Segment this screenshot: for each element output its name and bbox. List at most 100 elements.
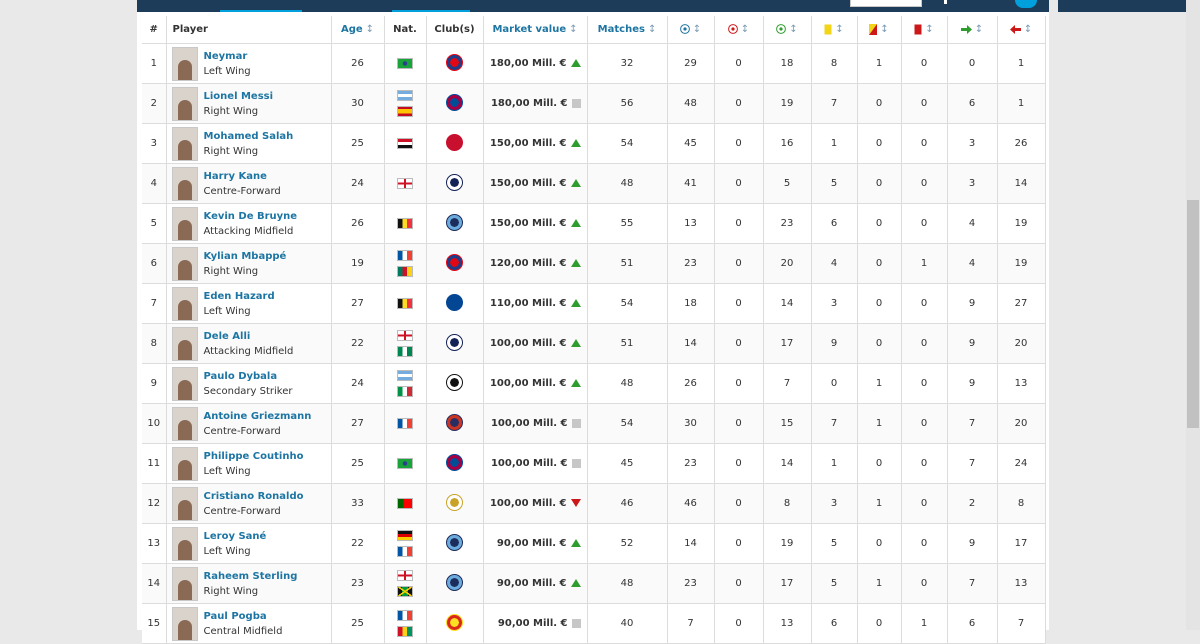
market-value-cell[interactable]: 100,00 Mill. €: [483, 403, 588, 444]
atletico-crest-icon[interactable]: [446, 413, 463, 431]
barcelona-crest-icon[interactable]: [446, 93, 463, 111]
barcelona-crest-icon[interactable]: [446, 453, 463, 471]
second-yellow-cell: 0: [857, 323, 902, 364]
table-row[interactable]: 11 Philippe Coutinho Left Wing 25 100,00…: [142, 443, 1046, 484]
chelsea-crest-icon[interactable]: [446, 293, 463, 311]
mancity-crest-icon[interactable]: [446, 213, 463, 231]
header-matches[interactable]: Matches ↕: [587, 16, 668, 44]
player-photo[interactable]: [171, 326, 198, 361]
age-cell: 19: [331, 243, 385, 284]
player-name-link[interactable]: Leroy Sané: [204, 529, 267, 544]
tottenham-crest-icon[interactable]: [446, 173, 463, 191]
header-goals[interactable]: ↕: [667, 16, 715, 44]
sort-arrow-icon: ↕: [974, 24, 984, 35]
red-cards-cell: 0: [901, 163, 948, 204]
mancity-crest-icon[interactable]: [446, 533, 463, 551]
player-name-link[interactable]: Paulo Dybala: [204, 369, 293, 384]
table-row[interactable]: 9 Paulo Dybala Secondary Striker 24 100,…: [142, 363, 1046, 404]
player-name-link[interactable]: Kevin De Bruyne: [204, 209, 298, 224]
player-name-link[interactable]: Eden Hazard: [204, 289, 275, 304]
table-row[interactable]: 15 Paul Pogba Central Midfield 25 90,00 …: [142, 603, 1046, 644]
player-name-link[interactable]: Raheem Sterling: [204, 569, 298, 584]
manutd-crest-icon[interactable]: [446, 613, 463, 631]
player-name-link[interactable]: Kylian Mbappé: [204, 249, 287, 264]
liverpool-crest-icon[interactable]: [446, 133, 463, 151]
player-photo[interactable]: [171, 606, 198, 641]
goals-cell: 23: [667, 243, 715, 284]
market-value-cell[interactable]: 180,00 Mill. €: [483, 43, 588, 84]
market-value-cell[interactable]: 150,00 Mill. €: [483, 123, 588, 164]
player-photo[interactable]: [171, 446, 198, 481]
header-red-cards[interactable]: ↕: [901, 16, 948, 44]
psg-crest-icon[interactable]: [446, 253, 463, 271]
player-photo[interactable]: [171, 86, 198, 121]
player-photo[interactable]: [171, 286, 198, 321]
player-name-link[interactable]: Dele Alli: [204, 329, 294, 344]
market-value-cell[interactable]: 90,00 Mill. €: [483, 603, 588, 644]
player-photo[interactable]: [171, 246, 198, 281]
scrollbar-thumb[interactable]: [1187, 200, 1199, 428]
header-age[interactable]: Age ↕: [331, 16, 385, 44]
market-value-cell[interactable]: 120,00 Mill. €: [483, 243, 588, 284]
market-value-cell[interactable]: 90,00 Mill. €: [483, 563, 588, 604]
table-row[interactable]: 1 Neymar Left Wing 26 180,00 Mill. € 32 …: [142, 43, 1046, 84]
table-row[interactable]: 8 Dele Alli Attacking Midfield 22 100,00…: [142, 323, 1046, 364]
market-value-cell[interactable]: 110,00 Mill. €: [483, 283, 588, 324]
header-yellow-cards[interactable]: ↕: [811, 16, 858, 44]
player-photo[interactable]: [171, 566, 198, 601]
table-row[interactable]: 10 Antoine Griezmann Centre-Forward 27 1…: [142, 403, 1046, 444]
player-photo[interactable]: [171, 526, 198, 561]
tottenham-crest-icon[interactable]: [446, 333, 463, 351]
subbed-on-cell: 7: [947, 443, 998, 484]
market-value-cell[interactable]: 150,00 Mill. €: [483, 203, 588, 244]
player-photo[interactable]: [171, 46, 198, 81]
own-goals-cell: 0: [714, 43, 764, 84]
player-photo[interactable]: [171, 366, 198, 401]
table-row[interactable]: 4 Harry Kane Centre-Forward 24 150,00 Mi…: [142, 163, 1046, 204]
menu-icon[interactable]: [944, 0, 947, 4]
player-photo[interactable]: [171, 166, 198, 201]
table-row[interactable]: 5 Kevin De Bruyne Attacking Midfield 26 …: [142, 203, 1046, 244]
assists-cell: 19: [763, 83, 812, 124]
market-value-cell[interactable]: 90,00 Mill. €: [483, 523, 588, 564]
table-row[interactable]: 7 Eden Hazard Left Wing 27 110,00 Mill. …: [142, 283, 1046, 324]
table-row[interactable]: 12 Cristiano Ronaldo Centre-Forward 33 1…: [142, 483, 1046, 524]
mancity-crest-icon[interactable]: [446, 573, 463, 591]
player-name-link[interactable]: Mohamed Salah: [204, 129, 294, 144]
realmadrid-crest-icon[interactable]: [446, 493, 463, 511]
table-row[interactable]: 3 Mohamed Salah Right Wing 25 150,00 Mil…: [142, 123, 1046, 164]
search-input[interactable]: [850, 0, 922, 7]
psg-crest-icon[interactable]: [446, 53, 463, 71]
assists-cell: 17: [763, 323, 812, 364]
player-photo[interactable]: [171, 486, 198, 521]
player-photo[interactable]: [171, 406, 198, 441]
player-name-link[interactable]: Philippe Coutinho: [204, 449, 304, 464]
market-value-cell[interactable]: 100,00 Mill. €: [483, 323, 588, 364]
player-photo[interactable]: [171, 126, 198, 161]
header-own-goals[interactable]: ↕: [714, 16, 764, 44]
player-photo[interactable]: [171, 206, 198, 241]
market-value-cell[interactable]: 180,00 Mill. €: [483, 83, 588, 124]
market-value-cell[interactable]: 100,00 Mill. €: [483, 443, 588, 484]
header-assists[interactable]: ↕: [763, 16, 812, 44]
header-market-value[interactable]: Market value ↕: [483, 16, 588, 44]
player-name-link[interactable]: Neymar: [204, 49, 251, 64]
market-value-cell[interactable]: 100,00 Mill. €: [483, 483, 588, 524]
table-row[interactable]: 6 Kylian Mbappé Right Wing 19 120,00 Mil…: [142, 243, 1046, 284]
player-name-link[interactable]: Harry Kane: [204, 169, 281, 184]
market-value-cell[interactable]: 150,00 Mill. €: [483, 163, 588, 204]
yellow-cards-cell: 4: [811, 243, 858, 284]
table-row[interactable]: 2 Lionel Messi Right Wing 30 180,00 Mill…: [142, 83, 1046, 124]
header-substituted-on[interactable]: ↕: [947, 16, 998, 44]
table-row[interactable]: 14 Raheem Sterling Right Wing 23 90,00 M…: [142, 563, 1046, 604]
player-name-link[interactable]: Paul Pogba: [204, 609, 283, 624]
player-name-link[interactable]: Cristiano Ronaldo: [204, 489, 304, 504]
player-name-link[interactable]: Lionel Messi: [204, 89, 274, 104]
header-second-yellow[interactable]: ↕: [857, 16, 902, 44]
england-flag-icon: [397, 330, 413, 341]
player-name-link[interactable]: Antoine Griezmann: [204, 409, 312, 424]
table-row[interactable]: 13 Leroy Sané Left Wing 22 90,00 Mill. €…: [142, 523, 1046, 564]
market-value-cell[interactable]: 100,00 Mill. €: [483, 363, 588, 404]
header-substituted-off[interactable]: ↕: [997, 16, 1046, 44]
juventus-crest-icon[interactable]: [446, 373, 463, 391]
